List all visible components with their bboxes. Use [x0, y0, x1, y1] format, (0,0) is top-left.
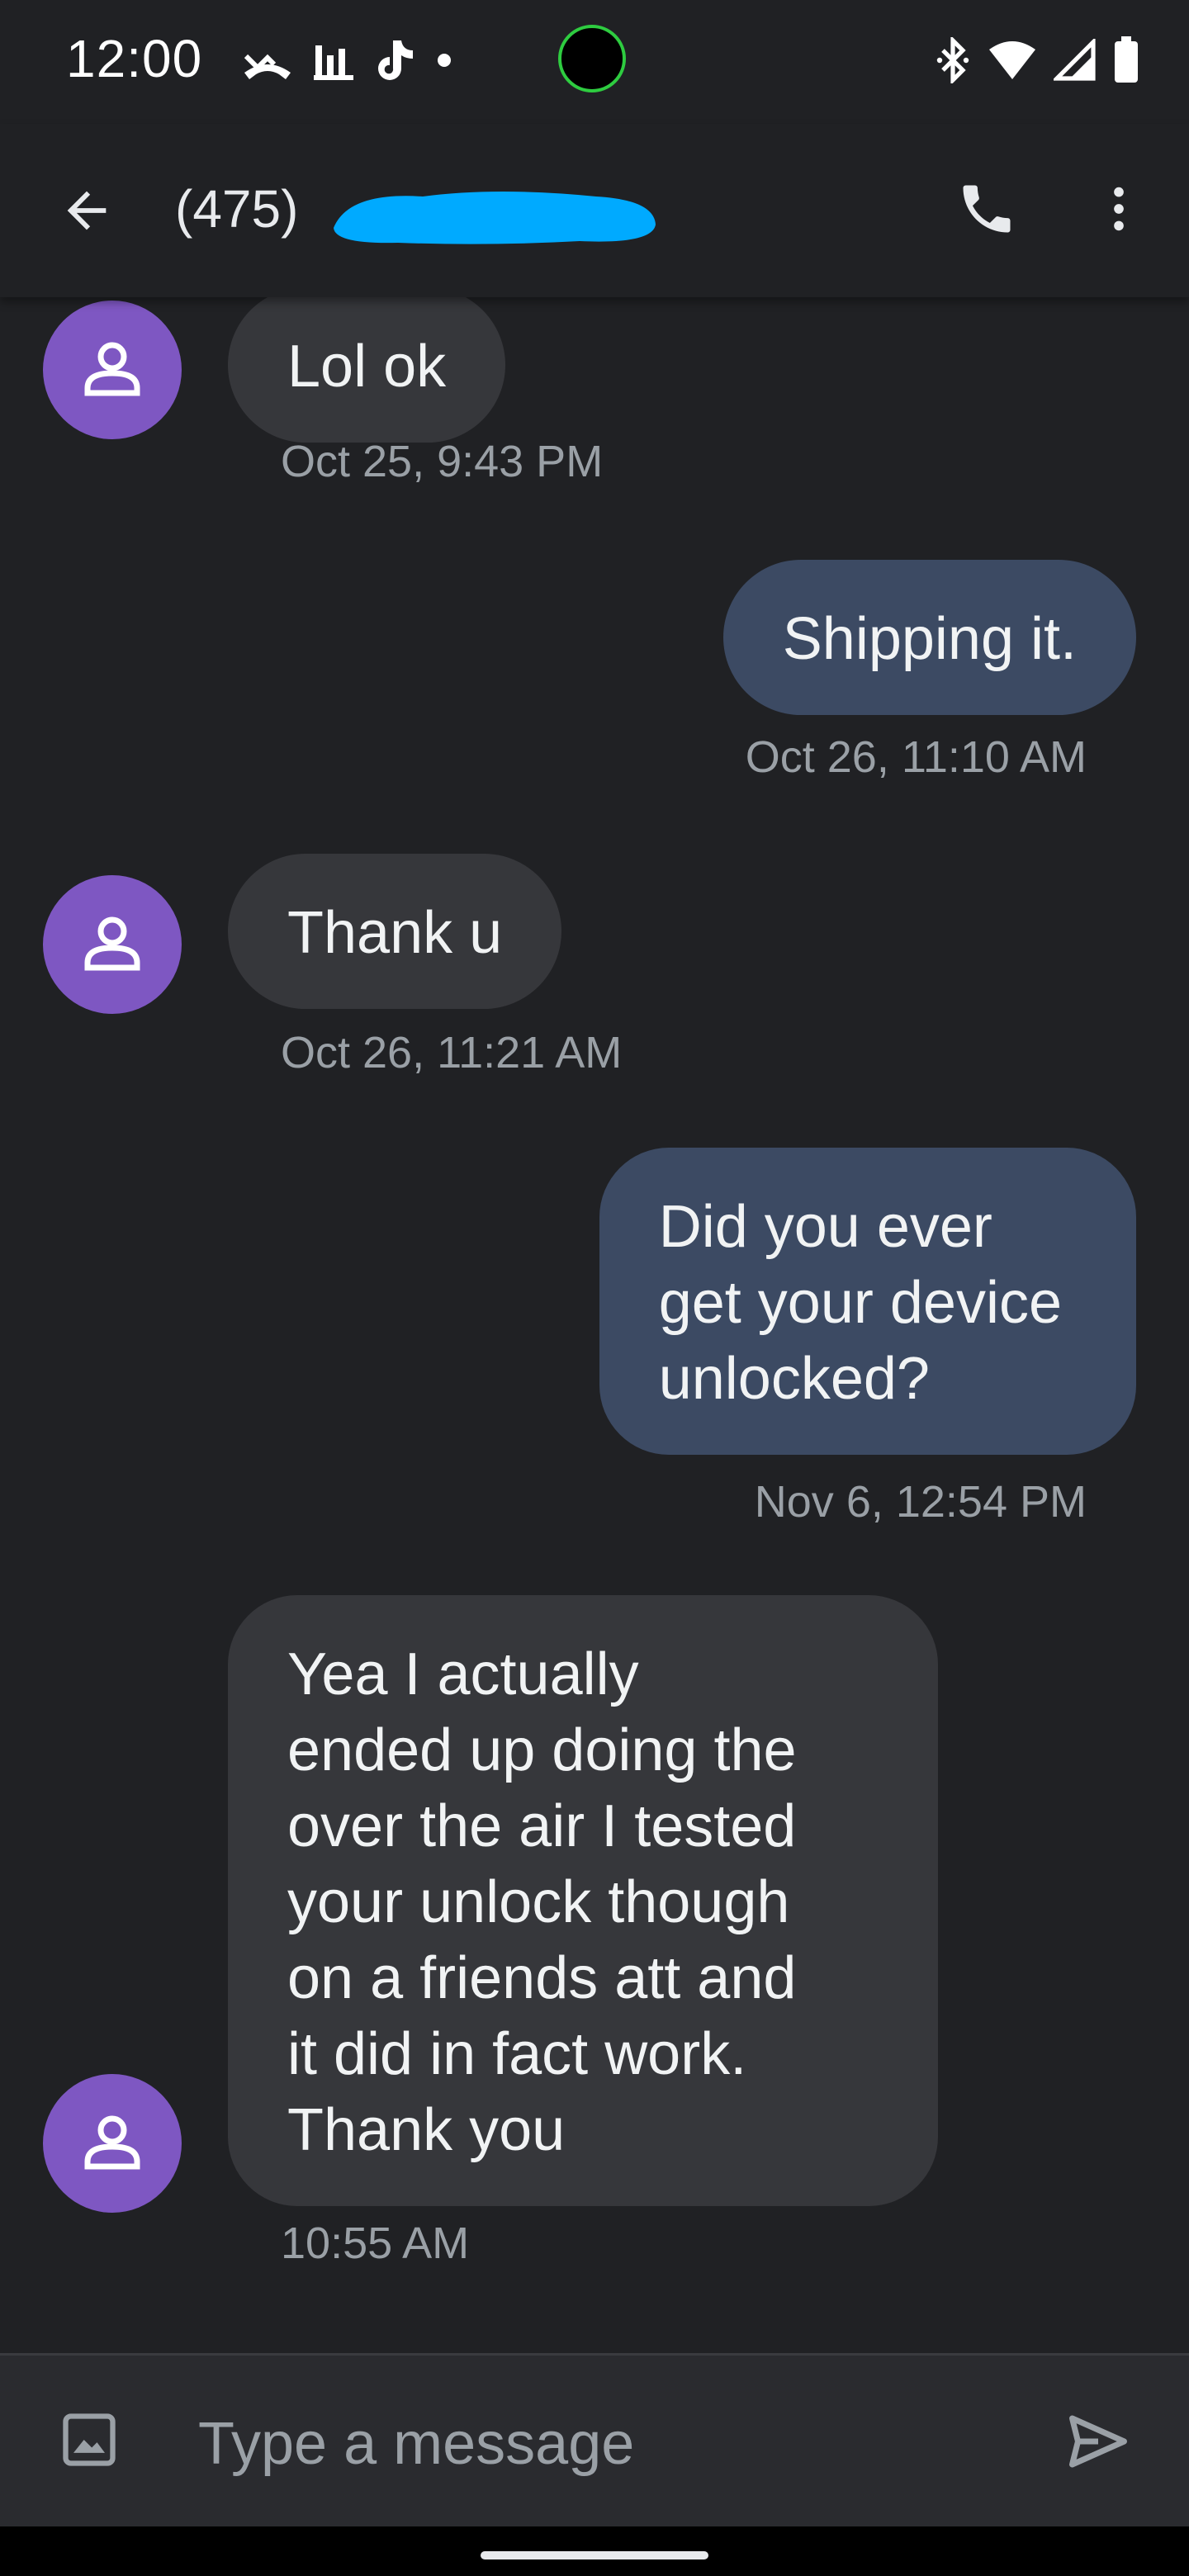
camera-cutout: [558, 25, 626, 92]
phone-icon: [955, 178, 1018, 244]
contact-title[interactable]: (475): [175, 178, 298, 239]
message-timestamp: Oct 26, 11:10 AM: [745, 732, 1087, 782]
message-composer: [0, 2353, 1189, 2526]
message-bubble-incoming[interactable]: Thank u: [228, 854, 562, 1009]
bar-chart-icon: [312, 39, 355, 86]
wifi-icon: [988, 40, 1037, 85]
signal-icon: [1051, 36, 1097, 86]
contact-avatar[interactable]: [43, 301, 182, 439]
message-line: on a friends att and: [287, 1945, 797, 2011]
more-options-button[interactable]: [1082, 173, 1156, 248]
message-line: ended up doing the: [287, 1717, 797, 1783]
attach-media-button[interactable]: [50, 2402, 129, 2481]
send-button[interactable]: [1057, 2402, 1139, 2484]
missed-call-icon: [241, 40, 294, 85]
back-button[interactable]: [50, 175, 124, 249]
contact-avatar[interactable]: [43, 875, 182, 1014]
contact-avatar[interactable]: [43, 2074, 182, 2213]
message-line: Yea I actually: [287, 1641, 639, 1707]
send-icon: [1063, 2407, 1133, 2480]
message-line: it did in fact work.: [287, 2021, 747, 2087]
message-bubble-outgoing[interactable]: Did you ever get your device unlocked?: [599, 1148, 1136, 1455]
back-arrow-icon: [58, 182, 116, 244]
message-line: your unlock though: [287, 1869, 790, 1935]
message-line: Thank you: [287, 2097, 566, 2163]
message-bubble-incoming[interactable]: Yea I actually ended up doing the over t…: [228, 1595, 938, 2206]
message-timestamp: Nov 6, 12:54 PM: [754, 1477, 1087, 1527]
message-text: Lol ok: [287, 334, 447, 400]
message-bubble-outgoing[interactable]: Shipping it.: [722, 560, 1136, 715]
message-thread[interactable]: Lol ok Oct 25, 9:43 PM Shipping it. Oct …: [0, 297, 1189, 2353]
message-line: unlocked?: [658, 1346, 930, 1412]
dot-icon: [434, 50, 454, 74]
tiktok-icon: [373, 37, 416, 88]
status-icons-right: [935, 33, 1139, 91]
person-icon: [79, 2109, 145, 2179]
system-nav-bar: [0, 2526, 1189, 2576]
conversation-header: (475): [0, 124, 1189, 297]
status-time: 12:00: [66, 29, 203, 88]
message-bubble-incoming[interactable]: Lol ok: [228, 297, 506, 443]
more-vert-icon: [1090, 180, 1148, 242]
person-icon: [79, 335, 145, 405]
message-line: Did you ever: [658, 1194, 992, 1260]
message-text: Thank u: [287, 900, 503, 966]
message-text: Shipping it.: [782, 606, 1077, 672]
image-attach-icon: [58, 2408, 121, 2475]
home-gesture-handle[interactable]: [481, 2551, 708, 2559]
message-line: get your device: [658, 1270, 1062, 1336]
bluetooth-icon: [935, 35, 971, 88]
message-timestamp: 10:55 AM: [281, 2218, 470, 2268]
message-input[interactable]: [198, 2398, 1007, 2489]
person-icon: [79, 910, 145, 980]
message-line: over the air I tested: [287, 1793, 797, 1859]
message-timestamp: Oct 26, 11:21 AM: [281, 1028, 623, 1077]
call-button[interactable]: [950, 173, 1024, 248]
redaction-mark: [334, 192, 656, 244]
battery-icon: [1113, 36, 1139, 88]
status-icons-left: [241, 33, 454, 91]
message-timestamp: Oct 25, 9:43 PM: [281, 437, 604, 486]
status-bar: 12:00: [0, 0, 1189, 124]
